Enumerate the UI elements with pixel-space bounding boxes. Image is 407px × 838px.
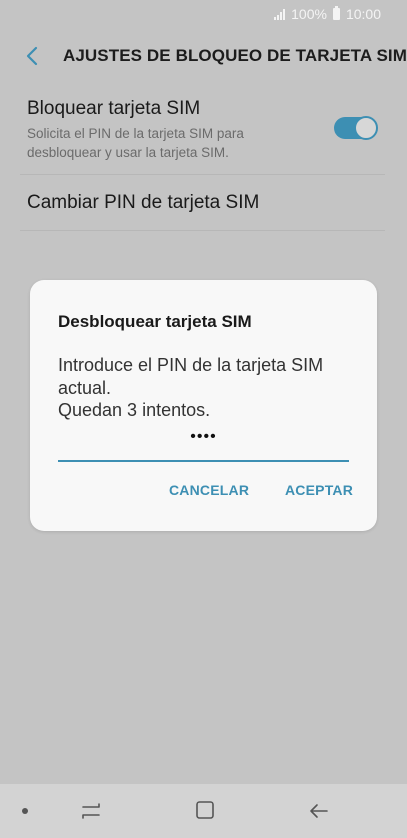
divider xyxy=(20,230,385,231)
setting-lock-sim-title: Bloquear tarjeta SIM xyxy=(27,98,201,119)
header: AJUSTES DE BLOQUEO DE TARJETA SIM xyxy=(0,36,407,76)
navigation-bar xyxy=(0,784,407,838)
accept-button[interactable]: ACEPTAR xyxy=(285,482,353,498)
dialog-message-line1: Introduce el PIN de la tarjeta SIM actua… xyxy=(58,355,324,398)
back-arrow-icon[interactable] xyxy=(308,801,330,821)
dialog-message: Introduce el PIN de la tarjeta SIM actua… xyxy=(58,354,358,422)
recent-apps-icon[interactable] xyxy=(80,801,102,821)
setting-change-pin[interactable]: Cambiar PIN de tarjeta SIM xyxy=(27,192,387,214)
dialog-title: Desbloquear tarjeta SIM xyxy=(58,312,252,331)
lock-sim-toggle[interactable] xyxy=(334,116,378,140)
battery-percent: 100% xyxy=(291,6,327,22)
dialog-message-line2: Quedan 3 intentos. xyxy=(58,400,211,420)
page-title: AJUSTES DE BLOQUEO DE TARJETA SIM xyxy=(63,46,407,65)
status-bar: 100% 10:00 xyxy=(0,0,407,28)
home-icon[interactable] xyxy=(195,800,215,820)
nav-dot-icon[interactable] xyxy=(22,808,28,814)
setting-lock-sim[interactable]: Bloquear tarjeta SIM Solicita el PIN de … xyxy=(27,98,387,162)
setting-lock-sim-subtitle: Solicita el PIN de la tarjeta SIM para d… xyxy=(27,126,244,160)
clock: 10:00 xyxy=(345,6,381,22)
cancel-button[interactable]: CANCELAR xyxy=(169,482,249,498)
battery-icon xyxy=(332,6,340,20)
setting-change-pin-title: Cambiar PIN de tarjeta SIM xyxy=(27,192,260,213)
divider xyxy=(20,174,385,175)
toggle-knob xyxy=(354,116,378,140)
chevron-left-icon[interactable] xyxy=(22,45,42,67)
signal-icon xyxy=(274,8,286,20)
unlock-sim-dialog: Desbloquear tarjeta SIM Introduce el PIN… xyxy=(30,280,377,531)
pin-input[interactable] xyxy=(58,420,349,462)
